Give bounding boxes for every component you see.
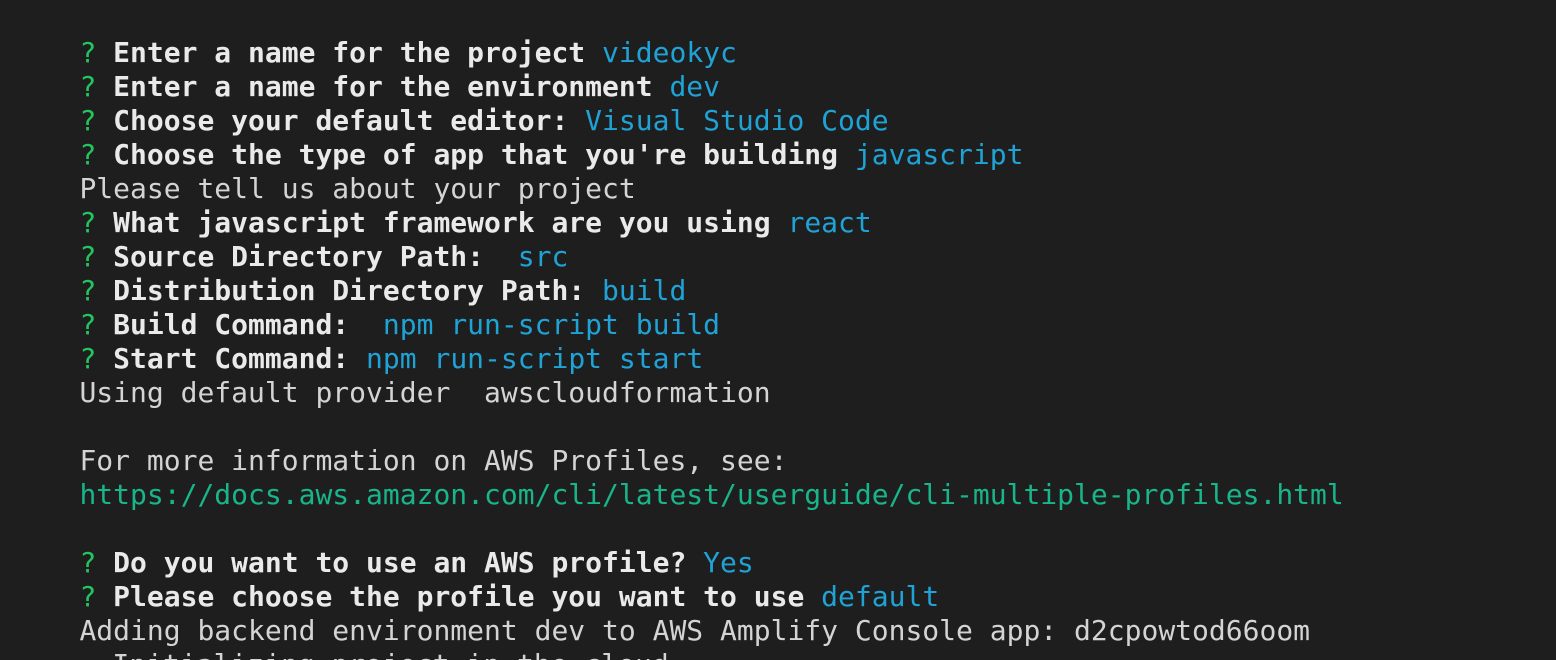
spinner-icon: ⠴	[79, 655, 95, 660]
terminal-line: ? Distribution Directory Path: build	[12, 240, 1556, 307]
status-text: Initializing project in the cloud...	[112, 648, 719, 660]
terminal-line: Adding backend environment dev to AWS Am…	[12, 580, 1556, 647]
terminal-line: ? Please choose the profile you want to …	[12, 546, 1556, 613]
terminal-line: ? Build Command: npm run-script build	[12, 274, 1556, 341]
terminal-line: ? Choose the type of app that you're bui…	[12, 104, 1556, 171]
terminal-line: Using default provider awscloudformation	[12, 342, 1556, 409]
terminal-line: ? Enter a name for the project videokyc	[12, 2, 1556, 69]
terminal-line: ? Source Directory Path: src	[12, 206, 1556, 273]
terminal-line: ⠴ Initializing project in the cloud...	[12, 614, 1556, 660]
terminal-line: For more information on AWS Profiles, se…	[12, 410, 1556, 477]
terminal-window[interactable]: ? Enter a name for the project videokyc …	[0, 0, 1556, 660]
terminal-line: ? Enter a name for the environment dev	[12, 36, 1556, 103]
terminal-line: ? What javascript framework are you usin…	[12, 172, 1556, 239]
terminal-line: ? Choose your default editor: Visual Stu…	[12, 70, 1556, 137]
terminal-line: Please tell us about your project	[12, 138, 1556, 205]
terminal-line: ? Start Command: npm run-script start	[12, 308, 1556, 375]
terminal-line: https://docs.aws.amazon.com/cli/latest/u…	[12, 444, 1556, 511]
terminal-line: ? Do you want to use an AWS profile? Yes	[12, 512, 1556, 579]
